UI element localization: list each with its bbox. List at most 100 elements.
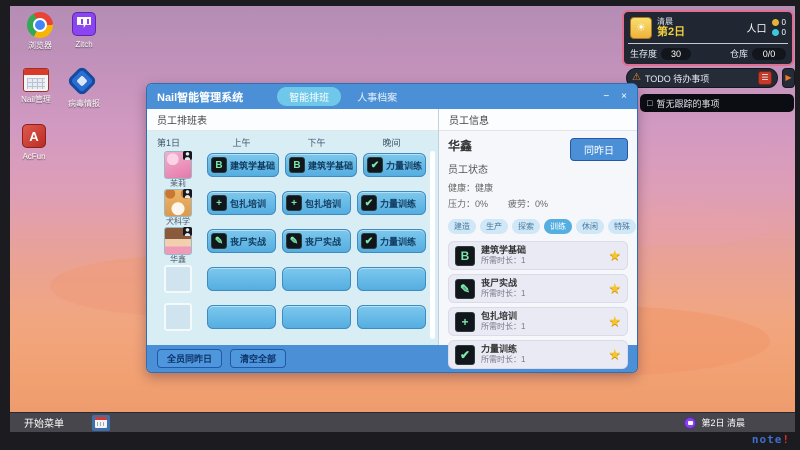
todo-bar[interactable]: ⚠ TODO 待办事项 ☰ bbox=[626, 68, 778, 88]
same-as-yesterday-button[interactable]: 同昨日 bbox=[570, 138, 628, 161]
population-cyan-icon bbox=[772, 29, 779, 36]
desktop-icon-label: Zitch bbox=[60, 40, 108, 49]
task-button-empty[interactable] bbox=[357, 267, 426, 291]
task-button[interactable]: B 建筑学基础 bbox=[285, 153, 357, 177]
category-leisure[interactable]: 休闲 bbox=[576, 219, 604, 234]
schedule-row-empty bbox=[155, 303, 426, 341]
task-button[interactable]: ✎ 丧尸实战 bbox=[207, 229, 276, 253]
category-build[interactable]: 建造 bbox=[448, 219, 476, 234]
warning-icon: ⚠ bbox=[632, 73, 641, 83]
person-badge-icon bbox=[183, 189, 192, 198]
browser-icon bbox=[27, 12, 53, 38]
plus-icon: + bbox=[286, 195, 302, 211]
star-icon[interactable]: ★ bbox=[608, 280, 621, 297]
start-menu-button[interactable]: 开始菜单 bbox=[10, 415, 78, 430]
task-button[interactable]: ✔ 力量训练 bbox=[357, 229, 426, 253]
employee-name: 茉莉 bbox=[170, 179, 186, 188]
todo-menu-button[interactable]: ☰ bbox=[758, 71, 772, 85]
task-button[interactable]: ✔ 力量训练 bbox=[363, 153, 426, 177]
desktop-icon-intel[interactable]: 病毒情报 bbox=[60, 68, 108, 109]
sun-icon: ☀ bbox=[630, 17, 652, 39]
person-badge-icon bbox=[183, 151, 192, 160]
all-same-yesterday-button[interactable]: 全员同昨日 bbox=[157, 349, 222, 368]
minimize-button[interactable]: − bbox=[603, 91, 609, 102]
training-item[interactable]: ✔ 力量训练 所需时长：1 ★ bbox=[448, 340, 628, 369]
star-icon[interactable]: ★ bbox=[608, 313, 621, 330]
employee-avatar-huaxin[interactable] bbox=[164, 227, 192, 255]
empty-avatar-slot[interactable] bbox=[164, 265, 192, 293]
employee-name: 华鑫 bbox=[170, 255, 186, 264]
category-explore[interactable]: 探索 bbox=[512, 219, 540, 234]
time-of-day: 清晨 bbox=[657, 17, 685, 26]
task-button-empty[interactable] bbox=[282, 267, 351, 291]
day-counter: 第2日 bbox=[657, 26, 685, 38]
schedule-scrollbar[interactable] bbox=[430, 151, 435, 339]
population-yellow-icon bbox=[772, 19, 779, 26]
task-button[interactable]: + 包扎培训 bbox=[282, 191, 351, 215]
person-badge-icon bbox=[183, 227, 192, 236]
tab-personnel-files[interactable]: 人事档案 bbox=[347, 87, 407, 106]
employee-info-pane: 员工信息 华鑫 同昨日 员工状态 健康：健康 压力：0% 疲劳：0% 建造 生产 bbox=[439, 109, 637, 345]
population-yellow-value: 0 bbox=[782, 18, 786, 27]
desktop-icon-label: AcFun bbox=[10, 152, 58, 161]
schedule-title: 员工排班表 bbox=[147, 109, 438, 131]
info-title: 员工信息 bbox=[439, 109, 637, 131]
star-icon[interactable]: ★ bbox=[608, 346, 621, 363]
training-item[interactable]: + 包扎培训 所需时长：1 ★ bbox=[448, 307, 628, 336]
knot-icon bbox=[66, 65, 97, 96]
calendar-icon bbox=[95, 417, 107, 428]
pencil-icon: ✎ bbox=[455, 279, 475, 299]
training-list: B 建筑学基础 所需时长：1 ★ ✎ 丧尸实战 bbox=[448, 241, 628, 369]
task-button[interactable]: + 包扎培训 bbox=[207, 191, 276, 215]
population-cyan-value: 0 bbox=[782, 28, 786, 37]
pencil-icon: ✎ bbox=[211, 233, 227, 249]
pencil-icon: ✎ bbox=[286, 233, 302, 249]
note-watermark: note! bbox=[752, 433, 790, 446]
taskbar-app-nail[interactable] bbox=[92, 415, 110, 431]
column-morning: 上午 bbox=[207, 136, 276, 149]
nail-management-window: Nail智能管理系统 智能排班 人事档案 − × 员工排班表 第1日 bbox=[146, 83, 638, 373]
letter-b-icon: B bbox=[455, 246, 475, 266]
desktop-icon-nail-app[interactable]: Nail管理 bbox=[12, 68, 60, 105]
desktop-icon-acfun[interactable]: A AcFun bbox=[10, 124, 58, 161]
task-button[interactable]: ✎ 丧尸实战 bbox=[282, 229, 351, 253]
task-button-empty[interactable] bbox=[357, 305, 426, 329]
tray-day-time: 第2日 清晨 bbox=[701, 416, 745, 429]
employee-avatar-dog[interactable] bbox=[164, 189, 192, 217]
task-button-empty[interactable] bbox=[282, 305, 351, 329]
todo-empty-item: □ 暂无跟踪的事项 bbox=[640, 94, 794, 112]
category-training[interactable]: 训练 bbox=[544, 219, 572, 234]
training-item[interactable]: B 建筑学基础 所需时长：1 ★ bbox=[448, 241, 628, 270]
schedule-row: 犬科学 + 包扎培训 + 包扎培训 ✔ bbox=[155, 189, 426, 227]
empty-avatar-slot[interactable] bbox=[164, 303, 192, 331]
tab-smart-schedule[interactable]: 智能排班 bbox=[277, 87, 341, 106]
task-button-empty[interactable] bbox=[207, 267, 276, 291]
zitch-icon bbox=[72, 12, 96, 36]
desktop-icon-browser[interactable]: 浏览器 bbox=[16, 12, 64, 51]
desktop-icon-zitch[interactable]: Zitch bbox=[60, 12, 108, 49]
task-button-empty[interactable] bbox=[207, 305, 276, 329]
clear-all-button[interactable]: 清空全部 bbox=[230, 349, 286, 368]
todo-expand-button[interactable]: ▶ bbox=[782, 68, 795, 88]
desktop-icon-label: 病毒情报 bbox=[60, 98, 108, 109]
task-button[interactable]: B 建筑学基础 bbox=[207, 153, 279, 177]
schedule-row-empty bbox=[155, 265, 426, 303]
letter-b-icon: B bbox=[211, 157, 227, 173]
category-special[interactable]: 特殊 bbox=[608, 219, 636, 234]
window-tabs: 智能排班 人事档案 bbox=[277, 87, 407, 106]
task-button[interactable]: ✔ 力量训练 bbox=[357, 191, 426, 215]
fatigue-stat: 疲劳：0% bbox=[508, 197, 548, 210]
category-produce[interactable]: 生产 bbox=[480, 219, 508, 234]
checkbox-icon: □ bbox=[647, 98, 652, 108]
window-titlebar[interactable]: Nail智能管理系统 智能排班 人事档案 − × bbox=[147, 84, 637, 109]
training-item[interactable]: ✎ 丧尸实战 所需时长：1 ★ bbox=[448, 274, 628, 303]
population-label: 人口 bbox=[747, 20, 767, 35]
todo-empty-text: 暂无跟踪的事项 bbox=[656, 97, 719, 110]
column-day: 第1日 bbox=[155, 136, 201, 149]
tray-status-icon[interactable] bbox=[684, 417, 696, 429]
check-icon: ✔ bbox=[361, 195, 377, 211]
employee-avatar-moli[interactable] bbox=[164, 151, 192, 179]
desktop-icon-label: 浏览器 bbox=[16, 40, 64, 51]
star-icon[interactable]: ★ bbox=[608, 247, 621, 264]
close-button[interactable]: × bbox=[621, 91, 627, 102]
